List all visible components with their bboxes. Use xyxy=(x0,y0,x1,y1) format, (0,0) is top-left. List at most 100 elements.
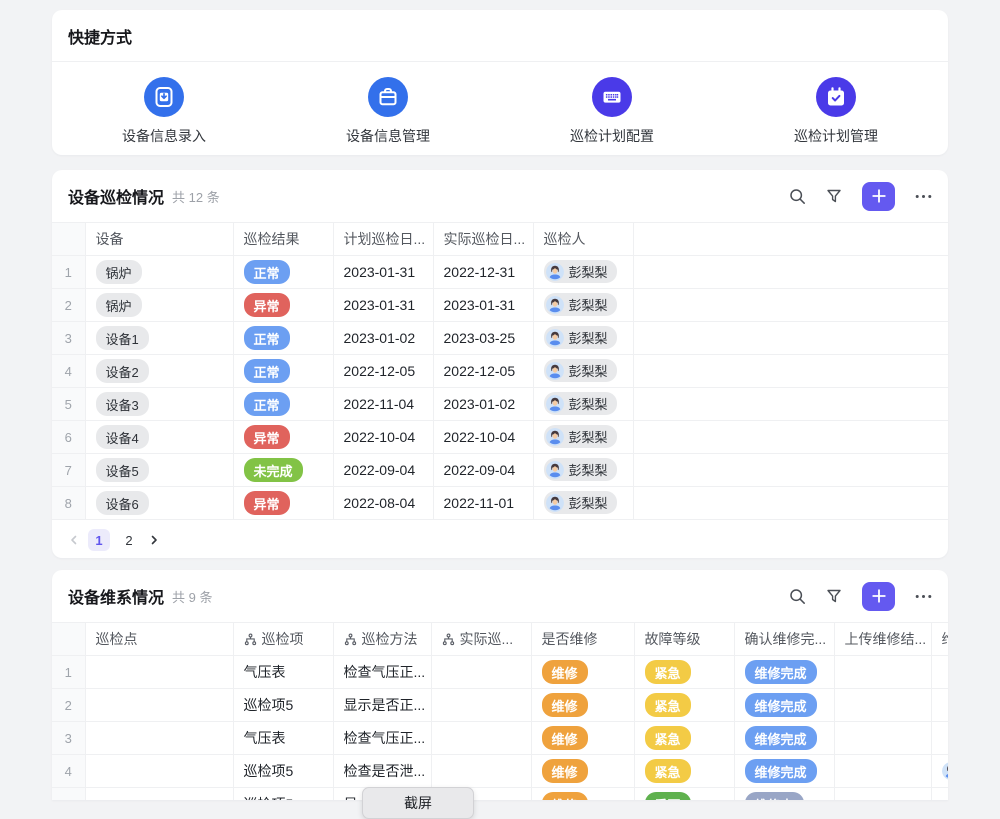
inspector-cell[interactable]: 彭梨梨 xyxy=(533,388,633,421)
row-number[interactable]: 4 xyxy=(52,755,85,788)
shortcut-device-input[interactable]: 设备信息录入 xyxy=(52,77,276,146)
prev-page-icon[interactable] xyxy=(68,534,80,546)
item-cell[interactable]: 巡检项5 xyxy=(233,755,333,788)
header-repair[interactable]: 是否维修 xyxy=(531,623,634,656)
device-cell[interactable]: 设备1 xyxy=(85,322,233,355)
planned-date[interactable]: 2022-09-04 xyxy=(333,454,433,487)
result-cell[interactable]: 正常 xyxy=(233,355,333,388)
confirm-cell[interactable]: 维修完成 xyxy=(734,689,834,722)
confirm-cell[interactable]: 维修完成 xyxy=(734,755,834,788)
add-record-button[interactable] xyxy=(862,582,895,611)
method-cell[interactable]: 检查气压正... xyxy=(333,656,431,689)
page-button-2[interactable]: 2 xyxy=(118,529,140,551)
planned-date[interactable]: 2022-11-04 xyxy=(333,388,433,421)
actual-cell[interactable] xyxy=(431,656,531,689)
header-result[interactable]: 巡检结果 xyxy=(233,223,333,256)
level-cell[interactable]: 紧急 xyxy=(634,755,734,788)
device-cell[interactable]: 设备2 xyxy=(85,355,233,388)
search-icon[interactable] xyxy=(789,188,806,205)
row-number[interactable]: 6 xyxy=(52,421,85,454)
header-level[interactable]: 故障等级 xyxy=(634,623,734,656)
device-cell[interactable]: 锅炉 xyxy=(85,289,233,322)
confirm-cell[interactable]: 维修完成 xyxy=(734,722,834,755)
device-cell[interactable]: 设备6 xyxy=(85,487,233,520)
method-cell[interactable]: 检查是否泄... xyxy=(333,755,431,788)
search-icon[interactable] xyxy=(789,588,806,605)
result-cell[interactable]: 正常 xyxy=(233,322,333,355)
point-cell[interactable] xyxy=(85,689,233,722)
header-device[interactable]: 设备 xyxy=(85,223,233,256)
actual-date[interactable]: 2022-11-01 xyxy=(433,487,533,520)
row-number[interactable]: 5 xyxy=(52,788,85,801)
upload-cell[interactable] xyxy=(834,722,931,755)
point-cell[interactable] xyxy=(85,788,233,801)
actual-date[interactable]: 2022-10-04 xyxy=(433,421,533,454)
point-cell[interactable] xyxy=(85,656,233,689)
row-number[interactable]: 2 xyxy=(52,689,85,722)
repair-cell[interactable]: 维修 xyxy=(531,755,634,788)
result-cell[interactable]: 异常 xyxy=(233,487,333,520)
shortcut-device-manage[interactable]: 设备信息管理 xyxy=(276,77,500,146)
result-cell[interactable]: 正常 xyxy=(233,256,333,289)
repair-cell[interactable]: 维修 xyxy=(531,656,634,689)
item-cell[interactable]: 气压表 xyxy=(233,722,333,755)
level-cell[interactable]: 紧急 xyxy=(634,722,734,755)
inspector-cell[interactable]: 彭梨梨 xyxy=(533,454,633,487)
point-cell[interactable] xyxy=(85,722,233,755)
planned-date[interactable]: 2023-01-02 xyxy=(333,322,433,355)
result-cell[interactable]: 异常 xyxy=(233,289,333,322)
actual-date[interactable]: 2023-03-25 xyxy=(433,322,533,355)
result-cell[interactable]: 异常 xyxy=(233,421,333,454)
header-point[interactable]: 巡检点 xyxy=(85,623,233,656)
header-upload[interactable]: 上传维修结... xyxy=(834,623,931,656)
page-button-1[interactable]: 1 xyxy=(88,529,110,551)
actual-cell[interactable] xyxy=(431,755,531,788)
row-number[interactable]: 3 xyxy=(52,722,85,755)
level-cell[interactable]: 重要 xyxy=(634,788,734,801)
planned-date[interactable]: 2022-12-05 xyxy=(333,355,433,388)
planned-date[interactable]: 2023-01-31 xyxy=(333,289,433,322)
actual-date[interactable]: 2022-12-05 xyxy=(433,355,533,388)
item-cell[interactable]: 气压表 xyxy=(233,656,333,689)
header-confirm[interactable]: 确认维修完... xyxy=(734,623,834,656)
filter-icon[interactable] xyxy=(826,588,842,604)
next-page-icon[interactable] xyxy=(148,534,160,546)
actual-date[interactable]: 2023-01-31 xyxy=(433,289,533,322)
more-icon[interactable] xyxy=(915,594,932,599)
row-number[interactable]: 1 xyxy=(52,256,85,289)
more-icon[interactable] xyxy=(915,194,932,199)
device-cell[interactable]: 设备5 xyxy=(85,454,233,487)
planned-date[interactable]: 2022-08-04 xyxy=(333,487,433,520)
device-cell[interactable]: 设备4 xyxy=(85,421,233,454)
actual-cell[interactable] xyxy=(431,722,531,755)
person-cell[interactable] xyxy=(931,722,948,755)
header-actual-date[interactable]: 实际巡检日... xyxy=(433,223,533,256)
row-number[interactable]: 5 xyxy=(52,388,85,421)
upload-cell[interactable] xyxy=(834,755,931,788)
actual-cell[interactable] xyxy=(431,689,531,722)
inspector-cell[interactable]: 彭梨梨 xyxy=(533,322,633,355)
point-cell[interactable] xyxy=(85,755,233,788)
row-number[interactable]: 3 xyxy=(52,322,85,355)
row-number[interactable]: 4 xyxy=(52,355,85,388)
row-number[interactable]: 8 xyxy=(52,487,85,520)
inspector-cell[interactable]: 彭梨梨 xyxy=(533,289,633,322)
inspector-cell[interactable]: 彭梨梨 xyxy=(533,256,633,289)
row-number[interactable]: 1 xyxy=(52,656,85,689)
inspector-cell[interactable]: 彭梨梨 xyxy=(533,421,633,454)
header-actual[interactable]: 实际巡... xyxy=(431,623,531,656)
shortcut-plan-config[interactable]: 巡检计划配置 xyxy=(500,77,724,146)
header-inspector[interactable]: 巡检人 xyxy=(533,223,633,256)
repair-cell[interactable]: 维修 xyxy=(531,722,634,755)
planned-date[interactable]: 2023-01-31 xyxy=(333,256,433,289)
person-cell[interactable] xyxy=(931,755,948,788)
header-person[interactable]: 维 xyxy=(931,623,948,656)
item-cell[interactable]: 巡检项5 xyxy=(233,788,333,801)
person-cell[interactable] xyxy=(931,689,948,722)
header-item[interactable]: 巡检项 xyxy=(233,623,333,656)
row-number[interactable]: 7 xyxy=(52,454,85,487)
person-cell[interactable] xyxy=(931,656,948,689)
upload-cell[interactable] xyxy=(834,656,931,689)
actual-date[interactable]: 2023-01-02 xyxy=(433,388,533,421)
person-cell[interactable] xyxy=(931,788,948,801)
